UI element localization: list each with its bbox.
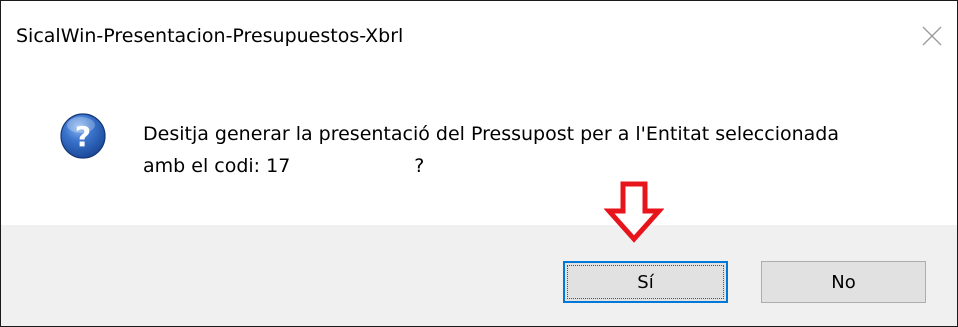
svg-text:?: ? <box>75 120 91 153</box>
message-line-2: amb el codi: 17? <box>143 150 839 182</box>
yes-button[interactable]: Sí <box>563 261 728 303</box>
message-question-mark: ? <box>414 155 425 177</box>
no-button[interactable]: No <box>761 261 926 303</box>
window-title: SicalWin-Presentacion-Presupuestos-Xbrl <box>16 25 404 47</box>
dialog-content: ? Desitja generar la presentació del Pre… <box>1 67 957 225</box>
question-icon: ? <box>60 113 106 159</box>
close-icon[interactable] <box>917 21 947 51</box>
no-button-label: No <box>831 271 856 293</box>
message-code-text: amb el codi: 17 <box>143 155 291 177</box>
focus-rectangle <box>567 265 724 299</box>
red-down-arrow-icon <box>604 181 664 243</box>
message-line-1: Desitja generar la presentació del Press… <box>143 123 839 145</box>
title-bar[interactable]: SicalWin-Presentacion-Presupuestos-Xbrl <box>1 1 957 67</box>
button-bar: Sí No <box>1 225 957 326</box>
dialog-message: Desitja generar la presentació del Press… <box>143 118 839 182</box>
dialog-window: SicalWin-Presentacion-Presupuestos-Xbrl … <box>0 0 958 327</box>
